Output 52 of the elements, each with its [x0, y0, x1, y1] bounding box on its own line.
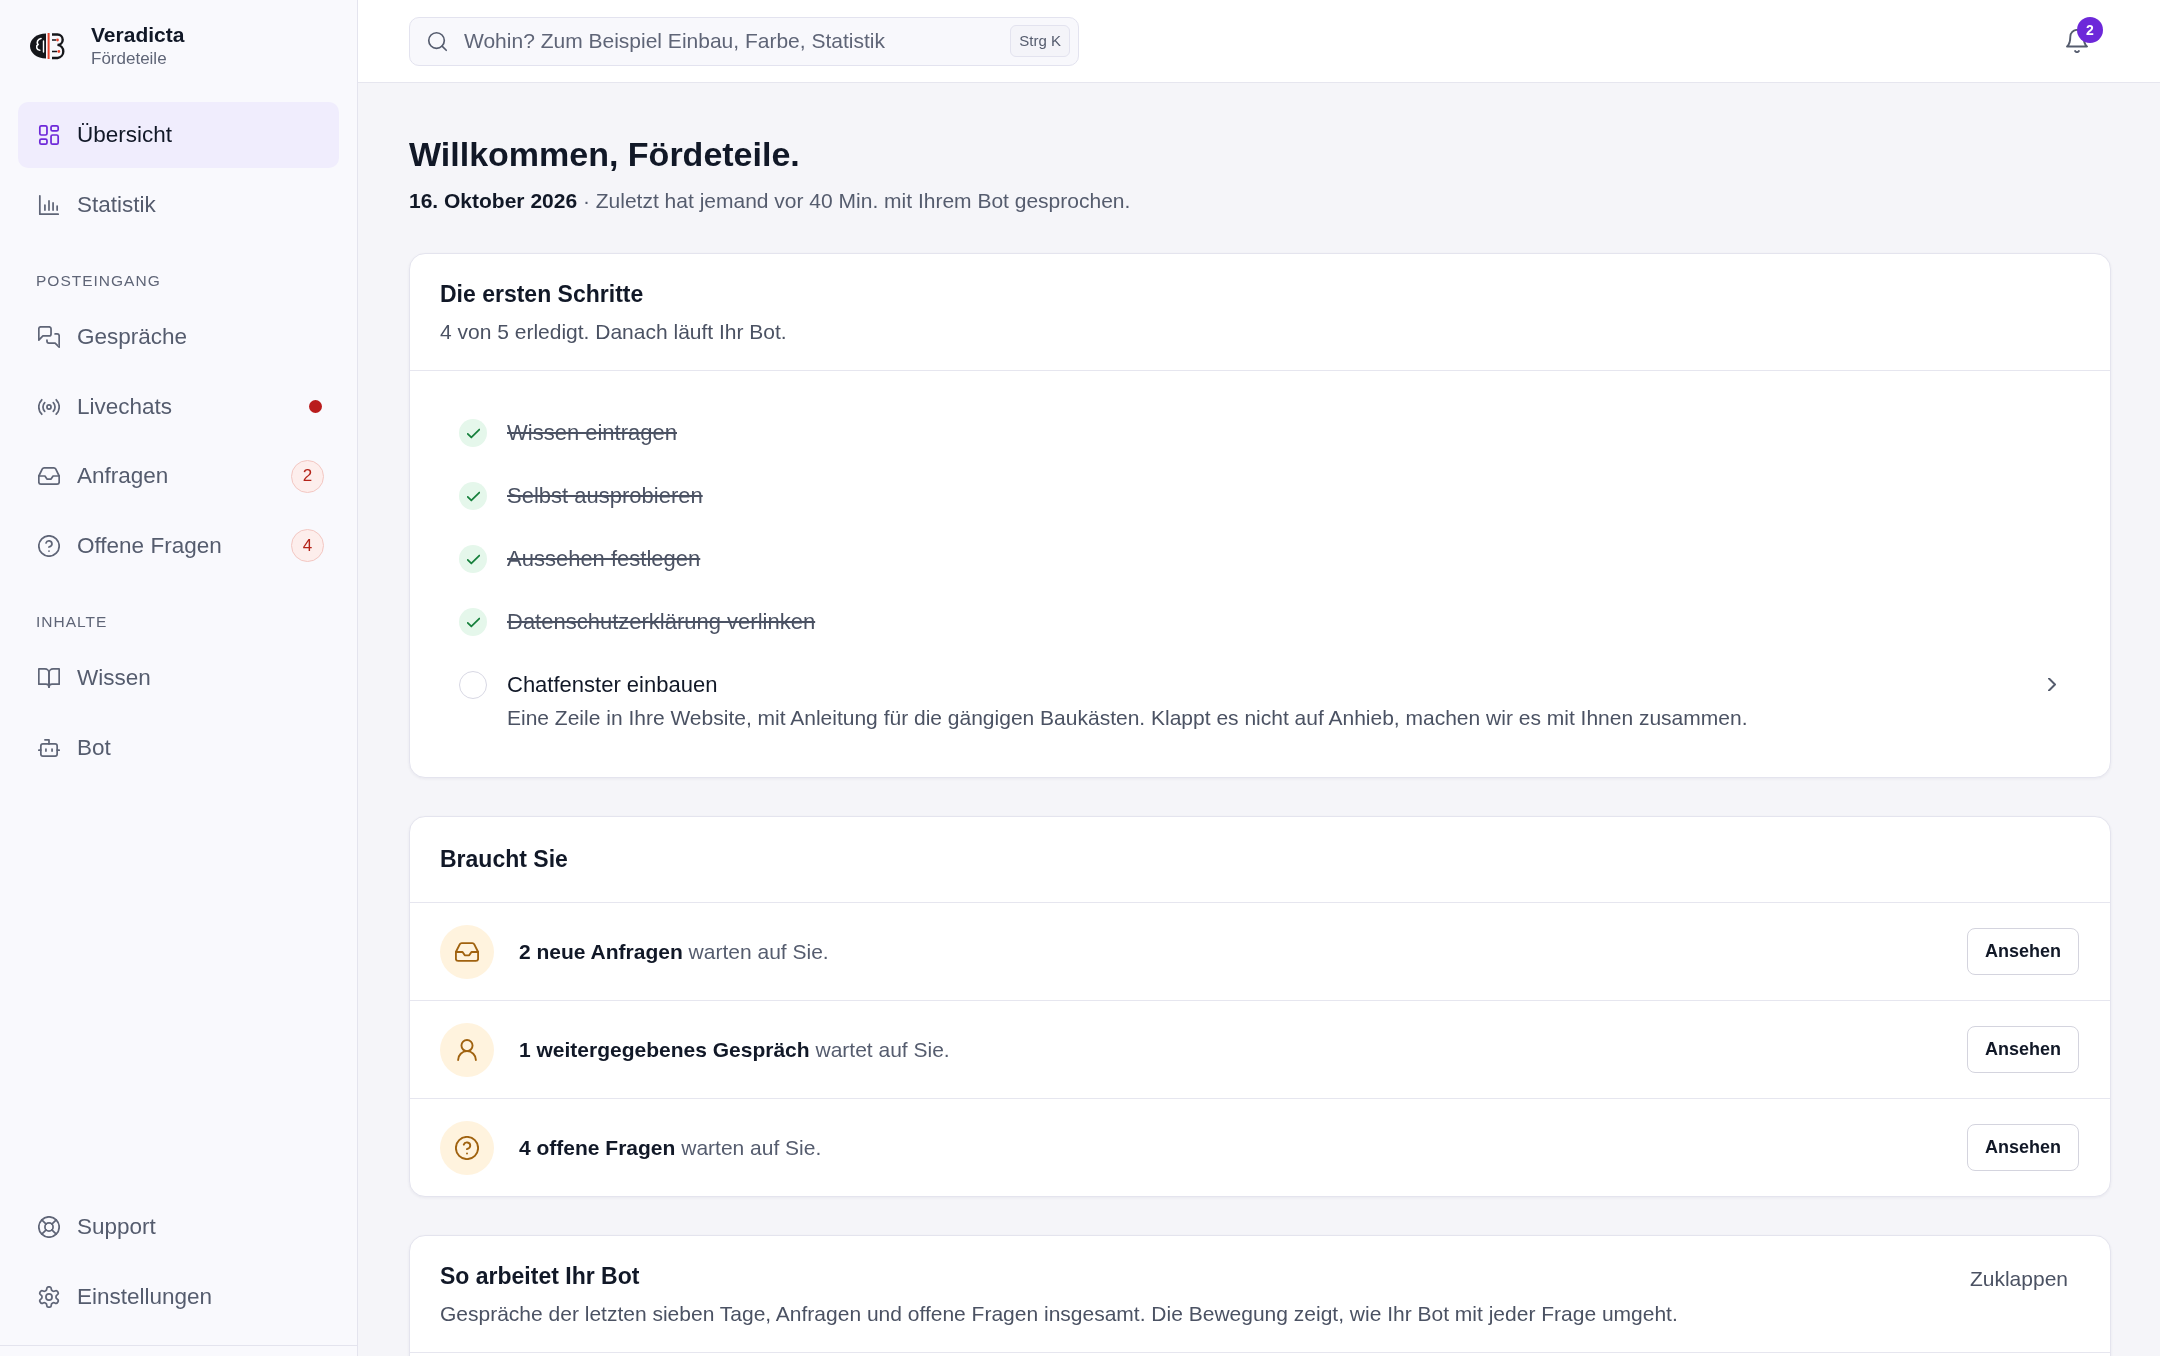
step-title: Datenschutzerklärung verlinken — [507, 608, 817, 636]
nav-item[interactable]: Wissen — [18, 645, 339, 711]
inbox-icon — [440, 924, 494, 979]
chat-bubbles-icon — [38, 326, 60, 348]
inbox-icon — [38, 465, 60, 487]
nav-item[interactable]: Support — [18, 1194, 339, 1260]
page-subtitle: 16. Oktober 2026 · Zuletzt hat jemand vor 40 Min. mit Ihrem Bot gesprochen. — [409, 188, 1132, 214]
question-mark-icon — [440, 1120, 494, 1175]
lifebuoy-icon — [38, 1216, 60, 1238]
book-icon — [38, 667, 60, 689]
step-title: Aussehen festlegen — [507, 545, 702, 573]
step-title: Wissen eintragen — [507, 419, 678, 447]
nav-item[interactable]: Übersicht — [18, 102, 339, 168]
nav-item[interactable]: Gespräche — [18, 304, 339, 370]
robot-icon — [38, 736, 60, 759]
view-button[interactable]: Ansehen — [1966, 1026, 2079, 1073]
attention-text: 1 weitergegebenes Gespräch wartet auf Sie. — [519, 1036, 951, 1063]
section-heading: POSTEINGANG — [35, 271, 162, 291]
settings-icon — [38, 1285, 60, 1308]
count-badge: 2 — [291, 459, 324, 493]
card-title: Braucht Sie — [440, 845, 569, 874]
attention-text: 4 offene Fragen warten auf Sie. — [519, 1134, 823, 1161]
card-title: Die ersten Schritte — [440, 280, 645, 309]
step-description: Eine Zeile in Ihre Website, mit Anleitung für die gängigen Baukästen. Klappt es nicht auf Anhieb, machen wir es mit Ihnen zusammen. — [507, 705, 1749, 731]
question-mark-icon — [38, 534, 60, 557]
chevron-right-icon[interactable] — [2048, 678, 2056, 691]
nav-item[interactable]: Statistik — [18, 171, 339, 238]
bar-chart-icon — [38, 193, 60, 216]
step-title: Selbst ausprobieren — [507, 482, 704, 510]
step-title: Chatfenster einbauen — [507, 671, 719, 699]
card-subtitle: 4 von 5 erledigt. Danach läuft Ihr Bot. — [440, 319, 788, 345]
grid-icon — [38, 124, 60, 146]
search-icon — [427, 30, 448, 52]
nav-item[interactable]: Livechats — [18, 373, 339, 440]
section-heading: INHALTE — [35, 612, 109, 632]
nav-item[interactable]: Bot — [18, 714, 339, 781]
person-icon — [440, 1022, 494, 1077]
card-description: Gespräche der letzten sieben Tage, Anfragen und offene Fragen insgesamt. Die Bewegung zeigt, wie Ihr Bot mit jeder Frage umgeht. — [440, 1301, 1679, 1327]
page-title: Willkommen, Fördeteile. — [409, 134, 801, 175]
card-title: So arbeitet Ihr Bot — [440, 1262, 641, 1291]
view-button[interactable]: Ansehen — [1966, 928, 2079, 975]
nav-item[interactable]: Einstellungen — [18, 1263, 339, 1330]
shortcut-hint: Strg K — [1010, 24, 1070, 57]
nav-item[interactable]: Anfragen 2 — [18, 443, 339, 509]
count-badge: 4 — [291, 529, 324, 562]
collapse-button[interactable]: Zuklappen — [1957, 1260, 2080, 1298]
notification-badge: 2 — [2077, 17, 2103, 43]
attention-text: 2 neue Anfragen warten auf Sie. — [519, 938, 830, 965]
view-button[interactable]: Ansehen — [1966, 1124, 2079, 1171]
brand-subtitle: Fördeteile — [91, 49, 168, 69]
nav-item[interactable]: Offene Fragen 4 — [18, 512, 339, 579]
brand-name: Veradicta — [91, 23, 185, 47]
